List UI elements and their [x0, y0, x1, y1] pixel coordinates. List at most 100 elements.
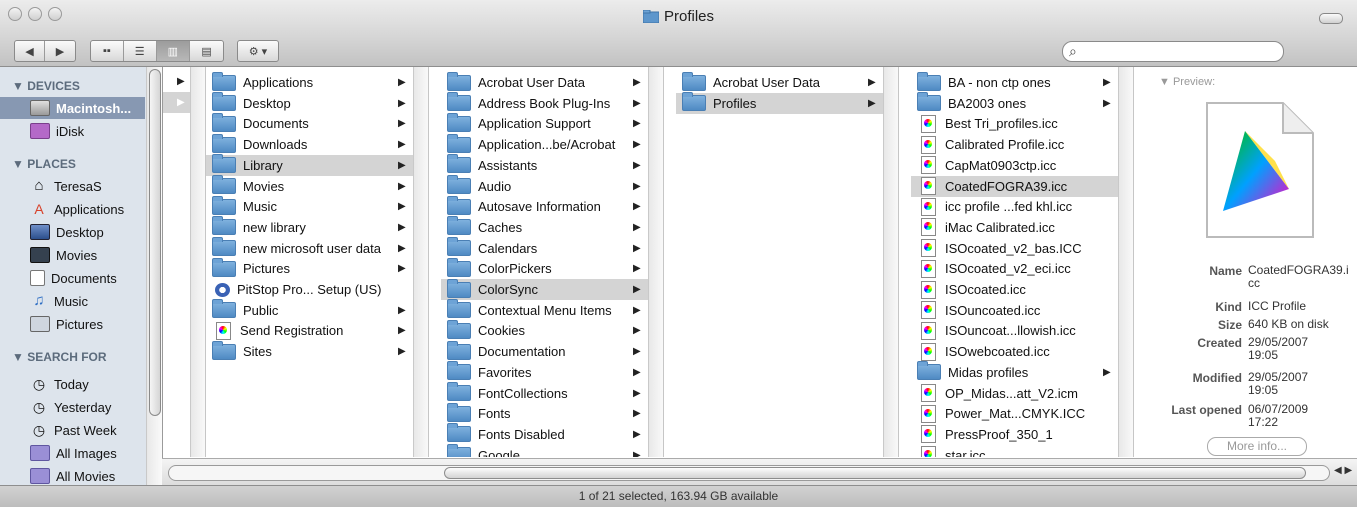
list-item[interactable]: Favorites ▶	[441, 361, 648, 383]
list-item[interactable]: Movies ▶	[206, 175, 413, 197]
search-input[interactable]	[1085, 43, 1279, 60]
list-item[interactable]: Applications ▶	[206, 71, 413, 93]
sidebar-item-teresas[interactable]: ⌂ TeresaS	[0, 175, 145, 197]
list-item[interactable]: Music ▶	[206, 195, 413, 217]
list-item[interactable]: Send Registration ▶	[206, 320, 413, 341]
toolbar: ◀ ▶ ▪▪ ☰ ▥ ▤ ⚙ ▾ ⌕	[0, 36, 1357, 67]
toolbar-toggle-button[interactable]	[1319, 13, 1343, 24]
list-item[interactable]: new microsoft user data ▶	[206, 237, 413, 259]
list-item[interactable]: ▶	[163, 92, 191, 113]
list-item[interactable]: Fonts Disabled ▶	[441, 423, 648, 445]
search-field[interactable]: ⌕	[1062, 41, 1284, 62]
list-item[interactable]: CoatedFOGRA39.icc	[911, 175, 1118, 197]
sidebar-item-macintosh[interactable]: Macintosh...	[0, 97, 145, 119]
horizontal-scrollbar[interactable]: ◀ ▶	[162, 458, 1357, 486]
list-item[interactable]: new library ▶	[206, 216, 413, 238]
list-item[interactable]: OP_Midas...att_V2.icm	[911, 383, 1118, 404]
list-item[interactable]: Contextual Menu Items ▶	[441, 299, 648, 321]
list-item[interactable]: Sites ▶	[206, 340, 413, 362]
list-item[interactable]: Desktop ▶	[206, 92, 413, 114]
list-item[interactable]: Address Book Plug-Ins ▶	[441, 92, 648, 114]
column-colorsync: Acrobat User Data ▶ Profiles ▶	[676, 67, 899, 457]
list-item[interactable]: ISOwebcoated.icc	[911, 341, 1118, 362]
horizontal-scroll-track[interactable]	[168, 465, 1330, 481]
horizontal-scroll-thumb[interactable]	[444, 467, 1306, 479]
list-item[interactable]: ColorPickers ▶	[441, 257, 648, 279]
list-item[interactable]: Google ▶	[441, 444, 648, 457]
sidebar-item-pictures[interactable]: Pictures	[0, 313, 145, 335]
column-scrollbar[interactable]	[648, 67, 663, 457]
sidebar-item-today[interactable]: ◷ Today	[0, 373, 145, 395]
back-button[interactable]: ◀	[15, 41, 45, 61]
list-item[interactable]: ISOcoated_v2_eci.icc	[911, 258, 1118, 279]
list-item[interactable]: CapMat0903ctp.icc	[911, 155, 1118, 176]
sidebar-item-desktop[interactable]: Desktop	[0, 221, 145, 243]
column-view-button[interactable]: ▥	[156, 41, 191, 61]
more-info-button[interactable]: More info...	[1207, 437, 1307, 456]
list-item[interactable]: ISOuncoat...llowish.icc	[911, 320, 1118, 341]
list-item[interactable]: Application Support ▶	[441, 112, 648, 134]
list-item[interactable]: Autosave Information ▶	[441, 195, 648, 217]
list-item[interactable]: PressProof_350_1	[911, 424, 1118, 445]
list-item[interactable]: Library ▶	[206, 154, 413, 176]
list-item[interactable]: icc profile ...fed khl.icc	[911, 196, 1118, 217]
list-item[interactable]: Power_Mat...CMYK.ICC	[911, 403, 1118, 424]
cover-flow-button[interactable]: ▤	[190, 41, 223, 61]
list-item[interactable]: ▶	[163, 71, 191, 92]
list-item[interactable]: Acrobat User Data ▶	[441, 71, 648, 93]
list-item[interactable]: Cookies ▶	[441, 319, 648, 341]
sidebar-scrollbar[interactable]	[146, 67, 162, 485]
sidebar-item-idisk[interactable]: iDisk	[0, 120, 145, 142]
smart-folder-icon	[30, 445, 50, 461]
list-item[interactable]: ISOcoated_v2_bas.ICC	[911, 238, 1118, 259]
sidebar-item-music[interactable]: ♫ Music	[0, 290, 145, 312]
column-scrollbar[interactable]	[190, 67, 205, 457]
list-item[interactable]: ISOcoated.icc	[911, 279, 1118, 300]
action-menu-button[interactable]: ⚙ ▾	[237, 40, 279, 62]
list-item[interactable]: Calibrated Profile.icc	[911, 134, 1118, 155]
list-item[interactable]: Application...be/Acrobat ▶	[441, 133, 648, 155]
list-item[interactable]: Pictures ▶	[206, 257, 413, 279]
list-item[interactable]: Documentation ▶	[441, 340, 648, 362]
list-item[interactable]: Caches ▶	[441, 216, 648, 238]
list-item[interactable]: ColorSync ▶	[441, 278, 648, 300]
sidebar-item-documents[interactable]: Documents	[0, 267, 145, 289]
list-item[interactable]: ISOuncoated.icc	[911, 300, 1118, 321]
list-item[interactable]: PitStop Pro... Setup (US)	[206, 279, 413, 300]
column-scrollbar[interactable]	[883, 67, 898, 457]
column-scrollbar[interactable]	[413, 67, 428, 457]
list-item[interactable]: BA - non ctp ones ▶	[911, 71, 1118, 93]
sidebar-item-all-movies[interactable]: All Movies	[0, 465, 145, 485]
list-item[interactable]: Profiles ▶	[676, 92, 883, 114]
list-item[interactable]: Assistants ▶	[441, 154, 648, 176]
sidebar-item-applications[interactable]: A Applications	[0, 198, 145, 220]
sidebar-item-all-images[interactable]: All Images	[0, 442, 145, 464]
sidebar-item-past-week[interactable]: ◷ Past Week	[0, 419, 145, 441]
list-item[interactable]: iMac Calibrated.icc	[911, 217, 1118, 238]
list-item[interactable]: Midas profiles ▶	[911, 361, 1118, 383]
list-item[interactable]: FontCollections ▶	[441, 382, 648, 404]
list-item[interactable]: Fonts ▶	[441, 402, 648, 424]
sidebar-item-label: Yesterday	[54, 399, 112, 415]
list-item[interactable]: Downloads ▶	[206, 133, 413, 155]
list-item[interactable]: BA2003 ones ▶	[911, 92, 1118, 114]
list-item-label: OP_Midas...att_V2.icm	[945, 385, 1078, 401]
list-view-button[interactable]: ☰	[124, 41, 157, 61]
list-item[interactable]: Acrobat User Data ▶	[676, 71, 883, 93]
sidebar-item-label: Music	[54, 293, 88, 309]
list-item[interactable]: Best Tri_profiles.icc	[911, 113, 1118, 134]
column-scrollbar[interactable]	[1118, 67, 1133, 457]
list-item[interactable]: Calendars ▶	[441, 237, 648, 259]
disclosure-arrow-icon: ▶	[633, 449, 641, 457]
list-item[interactable]: Audio ▶	[441, 175, 648, 197]
list-item[interactable]: Public ▶	[206, 299, 413, 321]
sidebar-scroll-thumb[interactable]	[149, 69, 161, 416]
sidebar-item-yesterday[interactable]: ◷ Yesterday	[0, 396, 145, 418]
folder-icon	[212, 92, 236, 112]
scroll-arrows-icon[interactable]: ◀ ▶	[1334, 465, 1352, 476]
list-item[interactable]: Documents ▶	[206, 112, 413, 134]
forward-button[interactable]: ▶	[45, 41, 75, 61]
sidebar-item-movies[interactable]: Movies	[0, 244, 145, 266]
icon-view-button[interactable]: ▪▪	[91, 41, 124, 61]
list-item[interactable]: star.icc	[911, 445, 1118, 457]
